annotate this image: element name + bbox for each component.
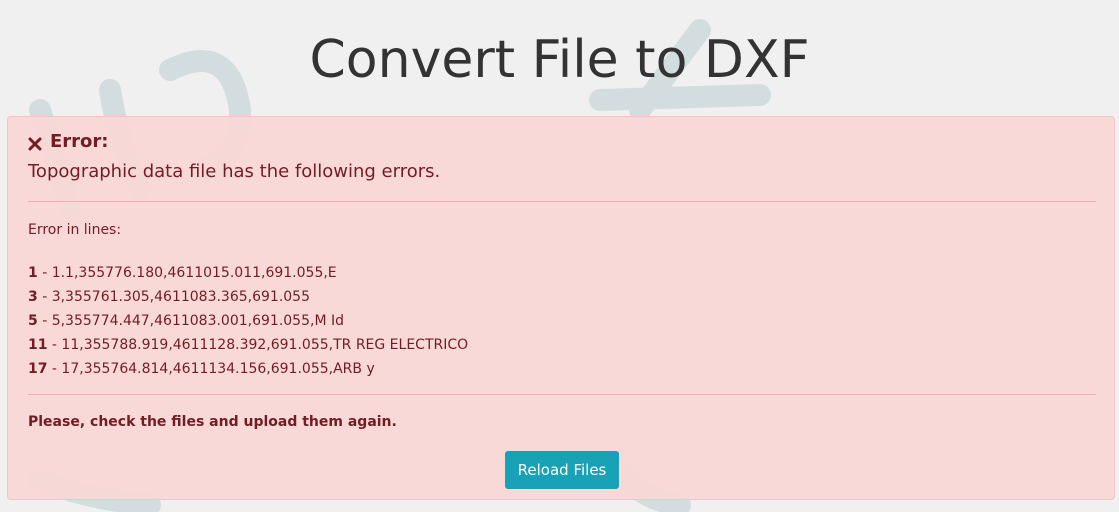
close-icon xyxy=(28,135,42,150)
error-lines-label: Error in lines: xyxy=(28,222,122,238)
error-line-number: 1 xyxy=(28,265,38,281)
reload-files-button[interactable]: Reload Files xyxy=(505,451,619,489)
error-line-content: - 17,355764.814,4611134.156,691.055,ARB … xyxy=(47,361,375,377)
alert-heading: Error: xyxy=(50,131,109,152)
error-line-content: - 11,355788.919,4611128.392,691.055,TR R… xyxy=(47,337,469,353)
divider xyxy=(28,201,1096,202)
error-list: 1 - 1.1,355776.180,4611015.011,691.055,E… xyxy=(28,261,468,381)
divider xyxy=(28,394,1096,395)
error-line-number: 3 xyxy=(28,289,38,305)
check-files-message: Please, check the files and upload them … xyxy=(28,414,397,430)
error-alert: Error: Topographic data file has the fol… xyxy=(7,116,1115,500)
alert-message: Topographic data file has the following … xyxy=(28,161,441,182)
error-line-content: - 1.1,355776.180,4611015.011,691.055,E xyxy=(37,265,337,281)
error-line-item: 5 - 5,355774.447,4611083.001,691.055,M I… xyxy=(28,309,468,333)
error-line-number: 17 xyxy=(28,361,48,377)
error-line-item: 11 - 11,355788.919,4611128.392,691.055,T… xyxy=(28,333,468,357)
error-line-number: 11 xyxy=(28,337,48,353)
alert-header: Error: xyxy=(28,131,109,152)
error-line-number: 5 xyxy=(28,313,38,329)
error-line-item: 3 - 3,355761.305,4611083.365,691.055 xyxy=(28,285,468,309)
page-title: Convert File to DXF xyxy=(309,30,810,90)
error-line-content: - 5,355774.447,4611083.001,691.055,M Id xyxy=(37,313,344,329)
error-line-item: 1 - 1.1,355776.180,4611015.011,691.055,E xyxy=(28,261,468,285)
error-line-content: - 3,355761.305,4611083.365,691.055 xyxy=(37,289,310,305)
error-line-item: 17 - 17,355764.814,4611134.156,691.055,A… xyxy=(28,357,468,381)
